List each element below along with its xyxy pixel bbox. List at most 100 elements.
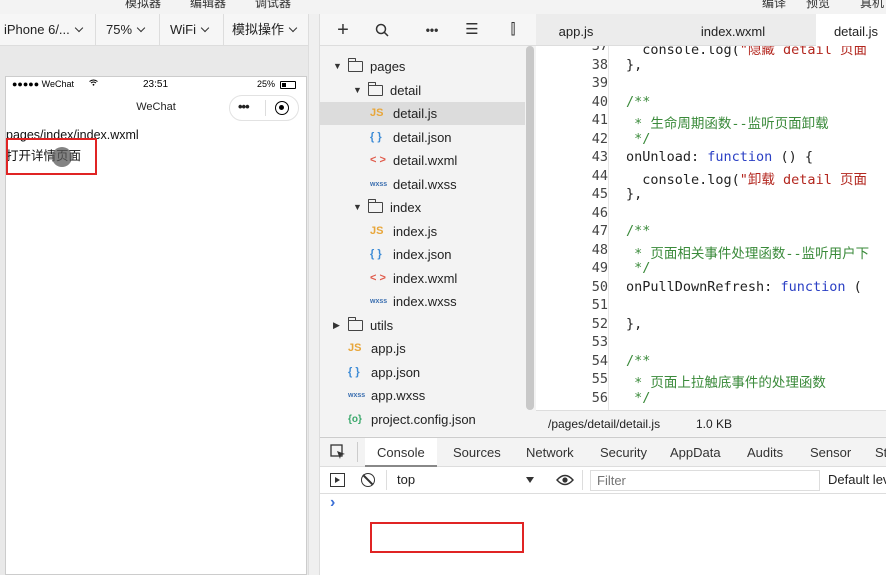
highlight-box bbox=[6, 138, 97, 175]
code-line[interactable]: */ bbox=[626, 131, 650, 147]
inspect-icon[interactable] bbox=[330, 444, 346, 463]
file-tree-item[interactable]: ▶ utils bbox=[320, 314, 525, 337]
device-select[interactable]: iPhone 6/... bbox=[0, 14, 96, 46]
file-tree-item[interactable]: wxss app.wxss bbox=[320, 384, 525, 407]
console-output[interactable]: › bbox=[320, 494, 886, 575]
split-icon[interactable]: ⫿ bbox=[498, 14, 528, 46]
capsule-menu[interactable]: ••• bbox=[229, 95, 299, 121]
more-icon[interactable]: ••• bbox=[238, 99, 250, 114]
file-tree-item[interactable]: { } index.json bbox=[320, 243, 525, 266]
file-tree-item[interactable]: { } app.json bbox=[320, 361, 525, 384]
file-tree-label: index.js bbox=[393, 223, 438, 239]
menu-simulator[interactable]: 模拟器 bbox=[125, 0, 161, 11]
devtools-tab-appdata[interactable]: AppData bbox=[658, 438, 733, 467]
menu-debugger[interactable]: 调试器 bbox=[255, 0, 291, 11]
file-tree-label: project.config.json bbox=[371, 411, 476, 427]
context-select[interactable]: top bbox=[392, 469, 538, 491]
capsule-divider bbox=[265, 100, 266, 116]
panel-divider[interactable] bbox=[308, 14, 320, 575]
devtools-tab-audits[interactable]: Audits bbox=[735, 438, 795, 467]
file-tree-label: detail.js bbox=[393, 106, 438, 121]
json-file-icon: { } bbox=[348, 365, 360, 378]
file-tree-label: detail bbox=[390, 82, 422, 98]
file-tree-item[interactable]: JS index.js bbox=[320, 220, 525, 243]
network-select[interactable]: WiFi bbox=[160, 14, 224, 46]
device-label: iPhone 6/... bbox=[4, 22, 70, 37]
folder-icon bbox=[347, 316, 363, 331]
tab-index-wxml[interactable]: index.wxml bbox=[686, 14, 780, 46]
folder-open-icon bbox=[367, 81, 383, 96]
eye-icon[interactable] bbox=[556, 474, 574, 489]
console-filter-input[interactable] bbox=[590, 470, 820, 491]
wxss-file-icon: wxss bbox=[348, 392, 366, 399]
zoom-label: 75% bbox=[106, 22, 133, 37]
file-tree: ▼ pages ▼ detail JS detail.js { } detail.json < … bbox=[320, 46, 536, 436]
caret-down-icon[interactable]: ▼ bbox=[353, 79, 362, 102]
file-tree-scrollbar[interactable] bbox=[526, 46, 534, 410]
log-level-select[interactable]: Default lev bbox=[828, 472, 886, 487]
caret-down-icon[interactable]: ▼ bbox=[333, 55, 342, 78]
code-editor[interactable]: 37 38 39 40 41 42 43 44 45 46 47 48 49 50 51 52 53 54 55 56… bbox=[536, 46, 886, 410]
add-file-icon[interactable]: + bbox=[328, 14, 358, 46]
file-tree-item[interactable]: {o} project.config.json bbox=[320, 408, 525, 431]
code-line[interactable]: */ bbox=[626, 260, 650, 276]
code-line[interactable]: */ bbox=[626, 390, 650, 406]
code-line[interactable]: onPullDownRefresh: function ( bbox=[626, 279, 862, 295]
console-toolbar: top Default lev bbox=[320, 467, 886, 494]
code-line[interactable]: /** bbox=[626, 353, 650, 369]
file-tree-item[interactable]: wxss index.wxss bbox=[320, 290, 525, 313]
file-tree-item[interactable]: < > detail.wxml bbox=[320, 149, 525, 172]
battery-icon bbox=[280, 81, 296, 89]
phone-status-bar: ●●●●● WeChat 23:51 25% bbox=[6, 77, 306, 93]
caret-down-icon[interactable]: ▼ bbox=[353, 196, 362, 219]
code-line[interactable]: * 页面相关事件处理函数--监听用户下 bbox=[626, 242, 869, 262]
code-line[interactable]: * 页面上拉触底事件的处理函数 bbox=[626, 371, 826, 391]
more-icon[interactable]: ••• bbox=[417, 14, 447, 46]
devtools-tab-console[interactable]: Console bbox=[365, 438, 437, 467]
devtools-tab-sources[interactable]: Sources bbox=[441, 438, 513, 467]
file-tree-label: detail.wxss bbox=[393, 176, 457, 192]
file-tree-label: index bbox=[390, 200, 422, 215]
menu-preview[interactable]: 预览 bbox=[806, 0, 830, 11]
file-tree-item[interactable]: JS detail.js bbox=[320, 102, 525, 125]
outline-icon[interactable]: ☰ bbox=[457, 14, 487, 46]
simulate-action-select[interactable]: 模拟操作 bbox=[224, 14, 308, 46]
caret-right-icon[interactable]: ▶ bbox=[333, 314, 340, 337]
close-miniprogram-icon[interactable] bbox=[275, 101, 289, 115]
editor-status-bar: /pages/detail/detail.js 1.0 KB bbox=[536, 410, 886, 436]
file-tree-item[interactable]: < > index.wxml bbox=[320, 267, 525, 290]
tab-detail-js[interactable]: detail.js bbox=[816, 14, 886, 46]
menu-real-device[interactable]: 真机 bbox=[860, 0, 884, 11]
file-tree-item[interactable]: JS app.js bbox=[320, 337, 525, 360]
devtools-tab-sensor[interactable]: Sensor bbox=[798, 438, 863, 467]
zoom-select[interactable]: 75% bbox=[96, 14, 160, 46]
file-tree-item[interactable]: ▼ pages bbox=[320, 55, 525, 78]
file-tree-item[interactable]: wxss detail.wxss bbox=[320, 173, 525, 196]
file-tree-item[interactable]: ▼ detail bbox=[320, 79, 525, 102]
code-line[interactable]: }, bbox=[626, 316, 642, 332]
search-icon[interactable] bbox=[367, 14, 397, 46]
code-line[interactable]: }, bbox=[626, 57, 642, 73]
wechat-nav-bar: WeChat ••• bbox=[6, 93, 306, 123]
code-line[interactable]: onUnload: function () { bbox=[626, 149, 813, 165]
code-line[interactable]: console.log("卸载 detail 页面 bbox=[626, 168, 867, 188]
clear-console-icon[interactable] bbox=[361, 473, 375, 487]
tab-app-js[interactable]: app.js bbox=[536, 14, 616, 46]
code-area[interactable]: console.log("隐藏 detail 页面}, /** * 生命周期函数-… bbox=[536, 46, 886, 410]
chevron-down-icon bbox=[74, 23, 84, 33]
devtools-tab-network[interactable]: Network bbox=[514, 438, 586, 467]
file-tree-item[interactable]: { } detail.json bbox=[320, 126, 525, 149]
code-line[interactable]: }, bbox=[626, 186, 642, 202]
menu-compile[interactable]: 编译 bbox=[762, 0, 786, 11]
cfg-file-icon: {o} bbox=[348, 413, 362, 425]
menu-editor[interactable]: 编辑器 bbox=[190, 0, 226, 11]
file-tree-label: detail.json bbox=[393, 129, 452, 145]
sidebar-toggle-icon[interactable] bbox=[330, 473, 345, 487]
file-tree-item[interactable]: ▼ index bbox=[320, 196, 525, 219]
code-line[interactable]: * 生命周期函数--监听页面卸载 bbox=[626, 112, 829, 132]
code-line[interactable]: /** bbox=[626, 223, 650, 239]
code-line[interactable]: console.log("隐藏 detail 页面 bbox=[626, 46, 867, 58]
code-line[interactable]: /** bbox=[626, 94, 650, 110]
devtools-tab-sto[interactable]: Sto bbox=[863, 438, 886, 467]
devtools-tab-security[interactable]: Security bbox=[588, 438, 659, 467]
